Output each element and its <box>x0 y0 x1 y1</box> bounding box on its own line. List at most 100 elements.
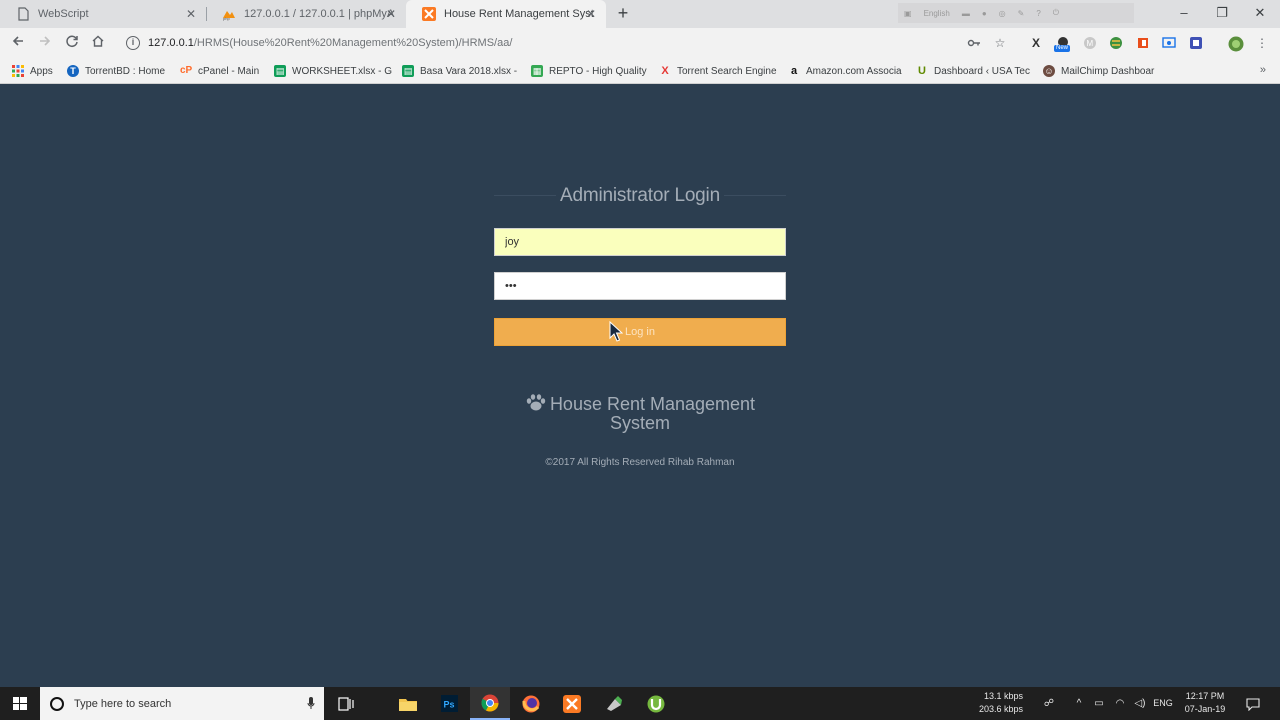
new-tab-button[interactable]: + <box>614 4 632 23</box>
bookmark-label: Amazon.com Associa <box>806 65 902 77</box>
page-title: Administrator Login <box>560 185 720 206</box>
chrome-icon <box>481 694 499 711</box>
new-badge: New <box>1054 45 1071 52</box>
tab-label: House Rent Management System <box>444 8 594 20</box>
mailchimp-icon: ☺ <box>1043 65 1055 77</box>
back-button[interactable] <box>9 34 27 52</box>
window-close-button[interactable]: ✕ <box>1250 4 1270 22</box>
brand-name-line1: House Rent Management <box>549 394 756 414</box>
input-language[interactable]: ENG <box>1150 697 1176 710</box>
mouse-cursor-icon <box>609 321 623 342</box>
forward-arrow-icon <box>40 36 51 46</box>
browser-toolbar: i 127.0.0.1/HRMS(House%20Rent%20Manageme… <box>0 28 1280 58</box>
svg-text:php: php <box>223 16 230 21</box>
chevron-up-icon[interactable]: ^ <box>1072 697 1086 711</box>
bookmark-star-icon[interactable]: ☆ <box>993 36 1007 50</box>
windows-taskbar: Type here to search Ps 13.1 kbps 203.6 k… <box>0 687 1280 720</box>
x-icon: X <box>661 65 669 77</box>
bookmark-dashboard[interactable]: U Dashboard ‹ USA Tec <box>916 63 1030 79</box>
bookmark-torrent-search[interactable]: X Torrent Search Engine <box>659 63 776 79</box>
extension-x-icon[interactable]: X <box>1029 36 1043 50</box>
bookmark-label: cPanel - Main <box>198 65 260 77</box>
tab-house-rent[interactable]: House Rent Management System ✕ <box>406 0 606 28</box>
username-field[interactable] <box>494 228 786 256</box>
xampp-icon <box>422 7 436 21</box>
bookmark-label: TorrentBD : Home <box>85 65 166 77</box>
clock[interactable]: 12:17 PM 07-Jan-19 <box>1180 690 1230 716</box>
bookmarks-overflow-button[interactable]: » <box>1260 64 1266 76</box>
taskbar-file-explorer[interactable] <box>388 687 428 720</box>
notification-center-icon[interactable] <box>1246 697 1260 712</box>
clock-date: 07-Jan-19 <box>1184 704 1226 714</box>
apps-grid-icon <box>12 65 24 77</box>
window-restore-button[interactable]: ❐ <box>1212 4 1232 22</box>
close-icon[interactable]: ✕ <box>184 7 198 21</box>
bookmark-basa-vara[interactable]: ▤ Basa Vara 2018.xlsx - <box>402 63 517 79</box>
cortana-icon <box>50 696 64 711</box>
taskbar-app-tool[interactable] <box>594 687 634 720</box>
menu-kebab-icon[interactable]: ⋮ <box>1255 36 1269 50</box>
extension-office-icon[interactable] <box>1136 36 1150 50</box>
bookmark-amazon[interactable]: a Amazon.com Associa <box>788 63 902 79</box>
brand-logo: House Rent Management System <box>494 393 786 433</box>
bookmark-label: Dashboard ‹ USA Tec <box>934 65 1030 77</box>
close-icon[interactable]: ✕ <box>584 7 598 21</box>
tab-phpmyadmin[interactable]: php 127.0.0.1 / 127.0.0.1 | phpMyAdm ✕ <box>206 0 406 28</box>
key-icon[interactable] <box>967 36 981 50</box>
taskbar-chrome[interactable] <box>470 687 510 720</box>
extension-square-icon[interactable] <box>1189 36 1203 50</box>
password-field[interactable] <box>494 272 786 300</box>
close-icon[interactable]: ✕ <box>384 7 398 21</box>
wifi-icon[interactable]: ◠ <box>1113 697 1127 711</box>
home-button[interactable] <box>89 34 107 52</box>
task-view-button[interactable] <box>326 687 366 720</box>
login-page: Administrator Login Log in House Rent Ma… <box>0 85 1280 687</box>
volume-icon[interactable]: ◁) <box>1133 697 1147 711</box>
torrentbd-icon: T <box>67 65 79 77</box>
firefox-icon <box>522 695 540 712</box>
task-view-icon <box>338 696 354 711</box>
folder-icon <box>399 698 417 711</box>
battery-icon[interactable]: ▭ <box>1092 697 1106 711</box>
microphone-icon[interactable] <box>307 697 315 710</box>
people-icon[interactable]: ☍ <box>1042 697 1056 711</box>
taskbar-firefox[interactable] <box>511 687 551 720</box>
taskbar-photoshop[interactable]: Ps <box>429 687 469 720</box>
address-bar[interactable]: i 127.0.0.1/HRMS(House%20Rent%20Manageme… <box>118 31 963 55</box>
tab-webscript[interactable]: WebScript ✕ <box>0 0 206 28</box>
bookmark-label: WORKSHEET.xlsx - G <box>292 65 393 77</box>
bookmark-torrentbd[interactable]: T TorrentBD : Home <box>67 63 165 79</box>
forward-button[interactable] <box>36 34 54 52</box>
brand-name-line2: System <box>609 413 670 433</box>
bookmark-repto[interactable]: ▦ REPTO - High Quality <box>531 63 647 79</box>
extension-screen-icon[interactable] <box>1162 36 1176 50</box>
amazon-icon: a <box>790 65 798 77</box>
extension-new-icon[interactable]: New <box>1054 36 1071 52</box>
photoshop-icon: Ps <box>440 695 458 712</box>
extension-m-icon[interactable]: M <box>1083 36 1097 50</box>
bookmark-cpanel[interactable]: cP cPanel - Main <box>180 63 259 79</box>
bookmark-apps[interactable]: Apps <box>12 63 53 79</box>
start-button[interactable] <box>0 687 40 720</box>
xampp-icon <box>563 694 581 713</box>
url-host: 127.0.0.1 <box>148 37 194 49</box>
login-button[interactable]: Log in <box>494 318 786 346</box>
bookmark-mailchimp[interactable]: ☺ MailChimp Dashboar <box>1043 63 1154 79</box>
extension-globe-icon[interactable] <box>1109 36 1123 50</box>
reload-icon <box>66 35 78 48</box>
network-speed: 13.1 kbps 203.6 kbps <box>960 690 1023 716</box>
taskbar-utorrent[interactable] <box>636 687 676 720</box>
paw-icon <box>525 393 547 412</box>
minimize-icon: ▬ <box>961 8 970 18</box>
taskbar-search-box[interactable]: Type here to search <box>40 687 324 720</box>
site-info-icon[interactable]: i <box>126 36 140 50</box>
window-minimize-button[interactable]: – <box>1174 4 1194 22</box>
bookmark-worksheet[interactable]: ▤ WORKSHEET.xlsx - G <box>274 63 392 79</box>
bookmarks-bar: Apps T TorrentBD : Home cP cPanel - Main… <box>0 58 1280 84</box>
reload-button[interactable] <box>63 34 81 52</box>
svg-text:Ps: Ps <box>443 700 454 710</box>
image-icon: ▦ <box>531 65 543 77</box>
taskbar-xampp[interactable] <box>552 687 592 720</box>
search-placeholder: Type here to search <box>74 697 172 710</box>
profile-avatar[interactable] <box>1228 36 1244 52</box>
